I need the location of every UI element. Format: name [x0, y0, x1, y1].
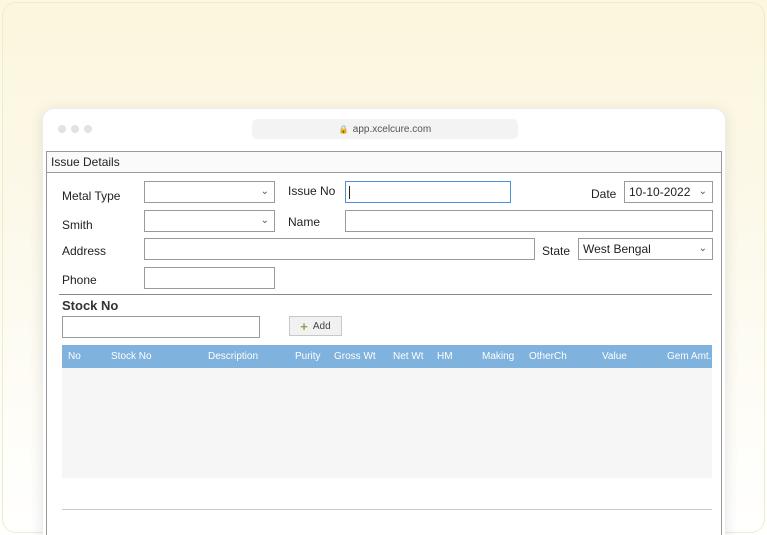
column-header-net-wt[interactable]: Net Wt [393, 345, 424, 368]
state-select[interactable]: West Bengal ⌄ [578, 238, 713, 260]
form-title: Issue Details [47, 151, 721, 173]
phone-input[interactable] [144, 267, 275, 289]
metal-type-label: Metal Type [62, 189, 121, 203]
phone-label: Phone [62, 273, 97, 287]
chevron-down-icon: ⌄ [260, 186, 269, 197]
state-value: West Bengal [583, 242, 651, 256]
address-label: Address [62, 244, 107, 258]
lock-icon: 🔒 [338, 124, 349, 134]
name-input[interactable] [345, 210, 713, 232]
column-header-hm[interactable]: HM [437, 345, 453, 368]
stock-grid-body[interactable] [62, 368, 712, 478]
metal-type-select[interactable]: ⌄ [144, 181, 275, 203]
text-caret [349, 186, 350, 199]
browser-titlebar: 🔒 app.xcelcure.com [43, 109, 725, 149]
add-button-label: Add [312, 320, 331, 332]
column-header-gross-wt[interactable]: Gross Wt [334, 345, 376, 368]
column-header-making[interactable]: Making [482, 345, 514, 368]
column-header-stock-no[interactable]: Stock No [111, 345, 152, 368]
chevron-down-icon: ⌄ [698, 243, 707, 254]
column-header-purity[interactable]: Purity [295, 345, 321, 368]
smith-label: Smith [62, 218, 93, 232]
name-label: Name [288, 215, 321, 229]
section-divider [59, 294, 712, 295]
chevron-down-icon: ⌄ [260, 215, 269, 226]
column-header-description[interactable]: Description [208, 345, 258, 368]
address-input[interactable] [144, 238, 535, 260]
window-controls [58, 125, 92, 133]
add-button[interactable]: + Add [289, 316, 342, 336]
column-header-gem-amt[interactable]: Gem Amt. [667, 345, 711, 368]
grid-bottom-divider [62, 509, 712, 510]
issue-no-input[interactable] [345, 181, 511, 203]
date-label: Date [591, 187, 617, 201]
issue-no-label: Issue No [288, 184, 336, 198]
stock-no-title: Stock No [62, 298, 119, 313]
url-text: app.xcelcure.com [352, 123, 432, 135]
column-header-value[interactable]: Value [602, 345, 627, 368]
column-header-other-ch[interactable]: OtherCh [529, 345, 567, 368]
address-bar[interactable]: 🔒 app.xcelcure.com [252, 119, 518, 139]
smith-select[interactable]: ⌄ [144, 210, 275, 232]
window-dot-minimize[interactable] [71, 125, 79, 133]
stock-grid-header: No Stock No Description Purity Gross Wt … [62, 345, 712, 368]
window-dot-close[interactable] [58, 125, 66, 133]
issue-details-form: Issue Details Metal Type ⌄ Issue No Date… [46, 151, 722, 535]
column-header-no[interactable]: No [68, 345, 81, 368]
browser-window: 🔒 app.xcelcure.com Issue Details Metal T… [42, 108, 726, 535]
chevron-down-icon: ⌄ [698, 186, 707, 197]
state-label: State [542, 244, 571, 258]
window-dot-maximize[interactable] [84, 125, 92, 133]
date-value: 10-10-2022 [629, 185, 691, 199]
stock-no-input[interactable] [62, 316, 260, 338]
date-picker[interactable]: 10-10-2022 ⌄ [624, 181, 713, 203]
plus-icon: + [300, 318, 308, 334]
